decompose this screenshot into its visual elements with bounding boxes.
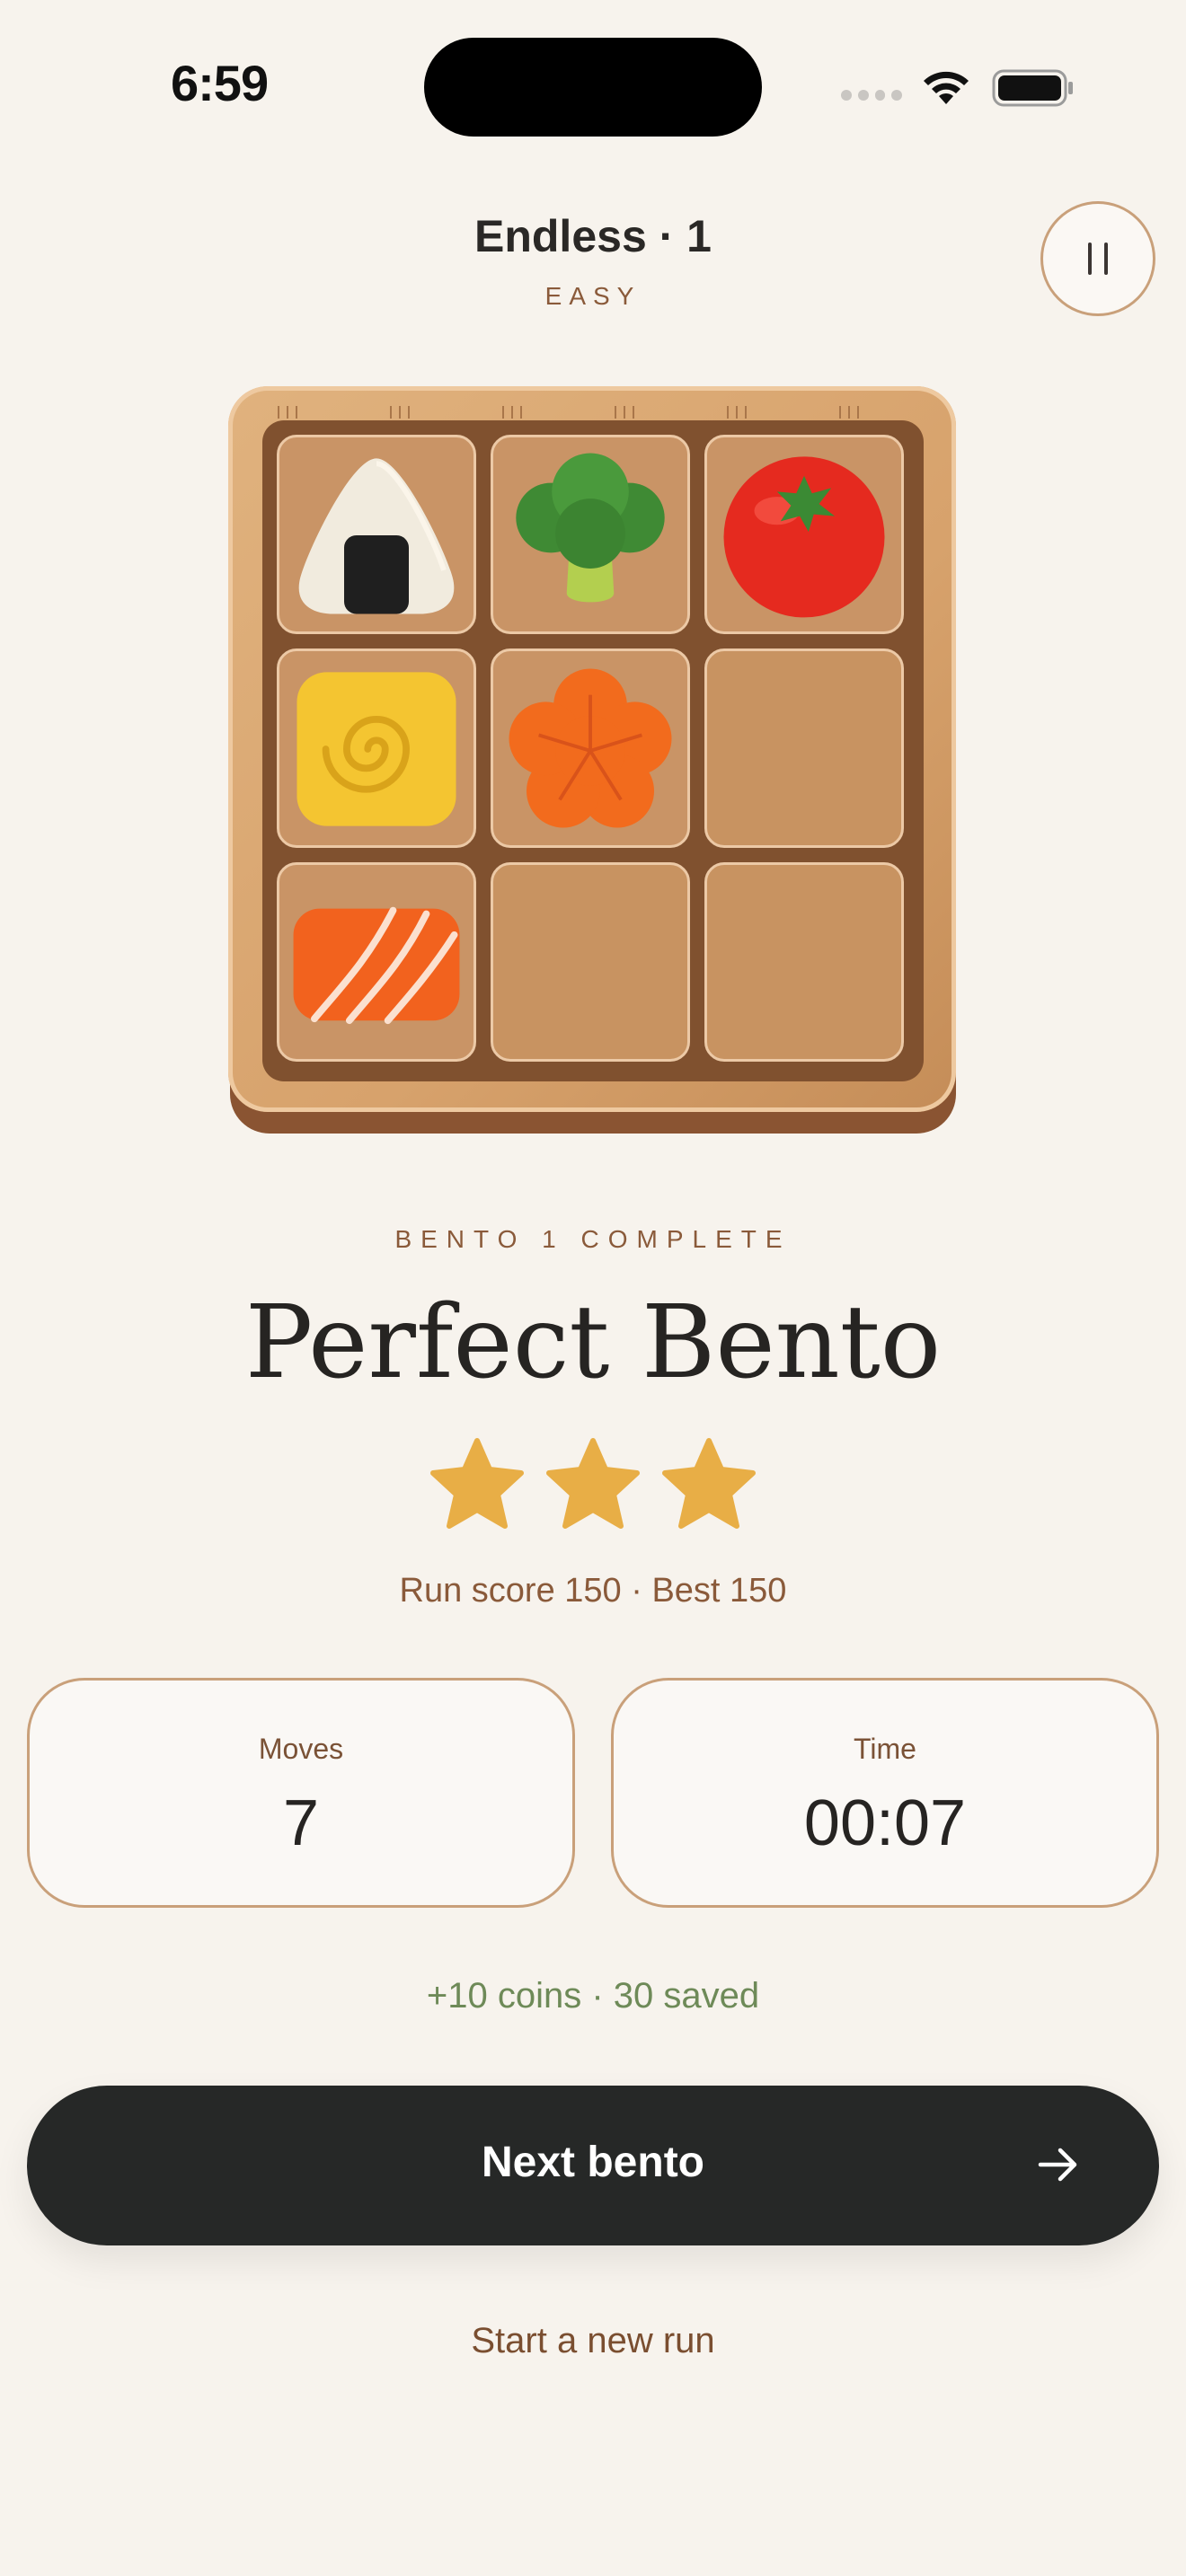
game-mode-title: Endless · 1 — [474, 211, 712, 261]
coins-reward: +10 coins · 30 saved — [426, 1976, 760, 2016]
star-rating — [428, 1435, 758, 1534]
next-bento-label: Next bento — [481, 2139, 704, 2186]
run-score: Run score 150 · Best 150 — [399, 1572, 787, 1610]
tamagoyaki-icon — [296, 672, 456, 826]
start-new-run-link[interactable]: Start a new run — [0, 2321, 1186, 2361]
moves-value: 7 — [282, 1787, 320, 1859]
battery-icon — [992, 69, 1073, 107]
bento-cell-empty[interactable] — [704, 862, 904, 1062]
tomato-icon — [723, 456, 885, 618]
bento-cell-empty[interactable] — [704, 648, 904, 848]
time-label: Time — [854, 1733, 916, 1765]
broccoli-icon — [516, 453, 665, 603]
dynamic-island — [424, 38, 762, 137]
bento-cell-tomato[interactable] — [704, 435, 904, 634]
carrot-flower-icon — [509, 668, 672, 828]
time-value: 00:07 — [803, 1787, 967, 1859]
pause-icon — [1088, 243, 1092, 275]
bento-box-ticks — [278, 406, 859, 419]
star-icon — [430, 1438, 524, 1529]
arrow-right-icon — [1038, 2148, 1077, 2182]
next-bento-button[interactable]: Next bento — [27, 2086, 1159, 2245]
star-icon — [662, 1438, 756, 1529]
difficulty-label: EASY — [544, 282, 642, 310]
pause-button[interactable] — [1040, 201, 1155, 316]
star-icon — [546, 1438, 640, 1529]
moves-card: Moves 7 — [27, 1678, 575, 1908]
onigiri-icon — [298, 458, 455, 614]
time-card: Time 00:07 — [611, 1678, 1159, 1908]
bento-cell-salmon[interactable] — [277, 862, 476, 1062]
result-headline: Perfect Bento — [244, 1284, 942, 1401]
moves-label: Moves — [258, 1733, 344, 1765]
status-time: 6:59 — [171, 55, 269, 111]
bento-cell-empty[interactable] — [491, 862, 690, 1062]
bento-cell-tamagoyaki[interactable] — [277, 648, 476, 848]
salmon-icon — [293, 906, 460, 1025]
signal-icon — [841, 90, 902, 102]
bento-cell-onigiri[interactable] — [277, 435, 476, 634]
bento-cell-broccoli[interactable] — [491, 435, 690, 634]
completion-eyebrow: BENTO 1 COMPLETE — [394, 1225, 792, 1253]
bento-cell-carrot-flower[interactable] — [491, 648, 690, 848]
wifi-icon — [924, 71, 969, 104]
